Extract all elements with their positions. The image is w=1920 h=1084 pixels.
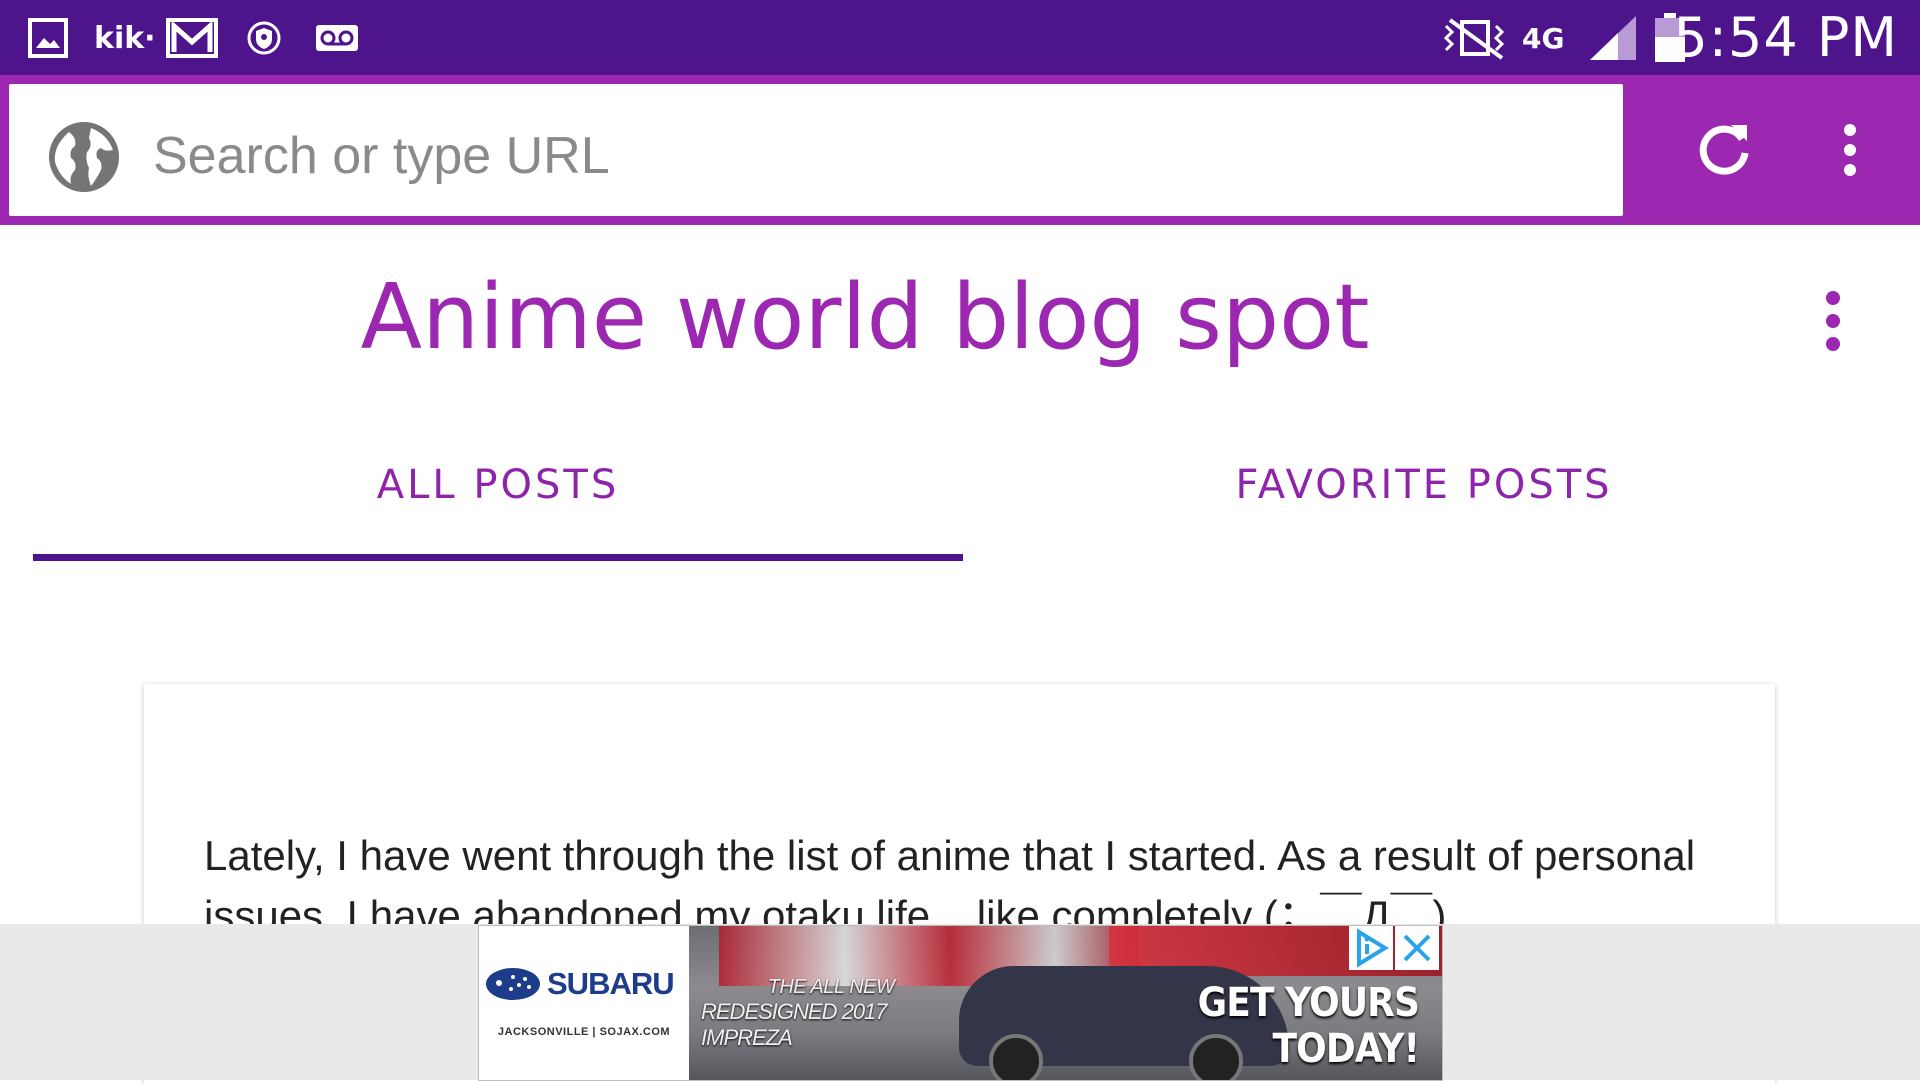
ad-cta: GET YOURS TODAY! <box>1197 980 1420 1072</box>
status-bar: kik· 4G 5:54 PM <box>0 0 1920 75</box>
tab-all-posts[interactable]: ALL POSTS <box>33 460 963 510</box>
shield-icon <box>246 14 282 62</box>
url-placeholder[interactable]: Search or type URL <box>153 124 610 188</box>
tab-favorite-posts[interactable]: FAVORITE POSTS <box>960 460 1888 510</box>
post-line-1: Lately, I have went through the list of … <box>204 832 1696 879</box>
ad-tagline-1: THE ALL NEW <box>767 976 895 998</box>
signal-icon <box>1588 14 1638 62</box>
4g-lte-icon: 4G <box>1522 14 1564 62</box>
browser-toolbar: Search or type URL <box>0 75 1920 225</box>
gmail-icon <box>166 14 218 62</box>
voicemail-icon <box>314 14 360 62</box>
reload-icon[interactable] <box>1695 119 1753 177</box>
vibrate-icon <box>1440 14 1512 62</box>
subaru-emblem-icon <box>486 968 540 1000</box>
ad-tagline: THE ALL NEW REDESIGNED 2017 IMPREZA <box>701 976 961 1051</box>
browser-menu-icon[interactable] <box>1830 123 1870 177</box>
blog-menu-icon[interactable] <box>1818 290 1848 352</box>
ad-dealer: JACKSONVILLE | SOJAX.COM <box>497 1026 671 1038</box>
ad-tagline-2: REDESIGNED 2017 IMPREZA <box>701 999 888 1050</box>
ad-banner[interactable]: SUBARU JACKSONVILLE | SOJAX.COM THE ALL … <box>478 925 1443 1081</box>
blog-title: Anime world blog spot <box>360 265 1370 370</box>
kik-label: kik· <box>94 20 156 56</box>
ad-close-icon[interactable] <box>1395 926 1439 970</box>
subaru-logo: SUBARU <box>485 966 675 1002</box>
network-label: 4G <box>1522 21 1565 55</box>
ad-brand: SUBARU <box>547 966 675 1001</box>
adchoices-icon[interactable] <box>1349 926 1393 970</box>
gallery-icon <box>28 14 68 62</box>
ad-logo-panel[interactable]: SUBARU JACKSONVILLE | SOJAX.COM <box>479 926 689 1080</box>
clock: 5:54 PM <box>1673 6 1898 69</box>
kik-icon: kik· <box>94 14 156 62</box>
ad-image[interactable]: THE ALL NEW REDESIGNED 2017 IMPREZA GET … <box>689 926 1442 1080</box>
globe-icon <box>49 122 119 192</box>
url-bar[interactable]: Search or type URL <box>9 84 1623 216</box>
tab-selected-indicator <box>33 554 963 561</box>
